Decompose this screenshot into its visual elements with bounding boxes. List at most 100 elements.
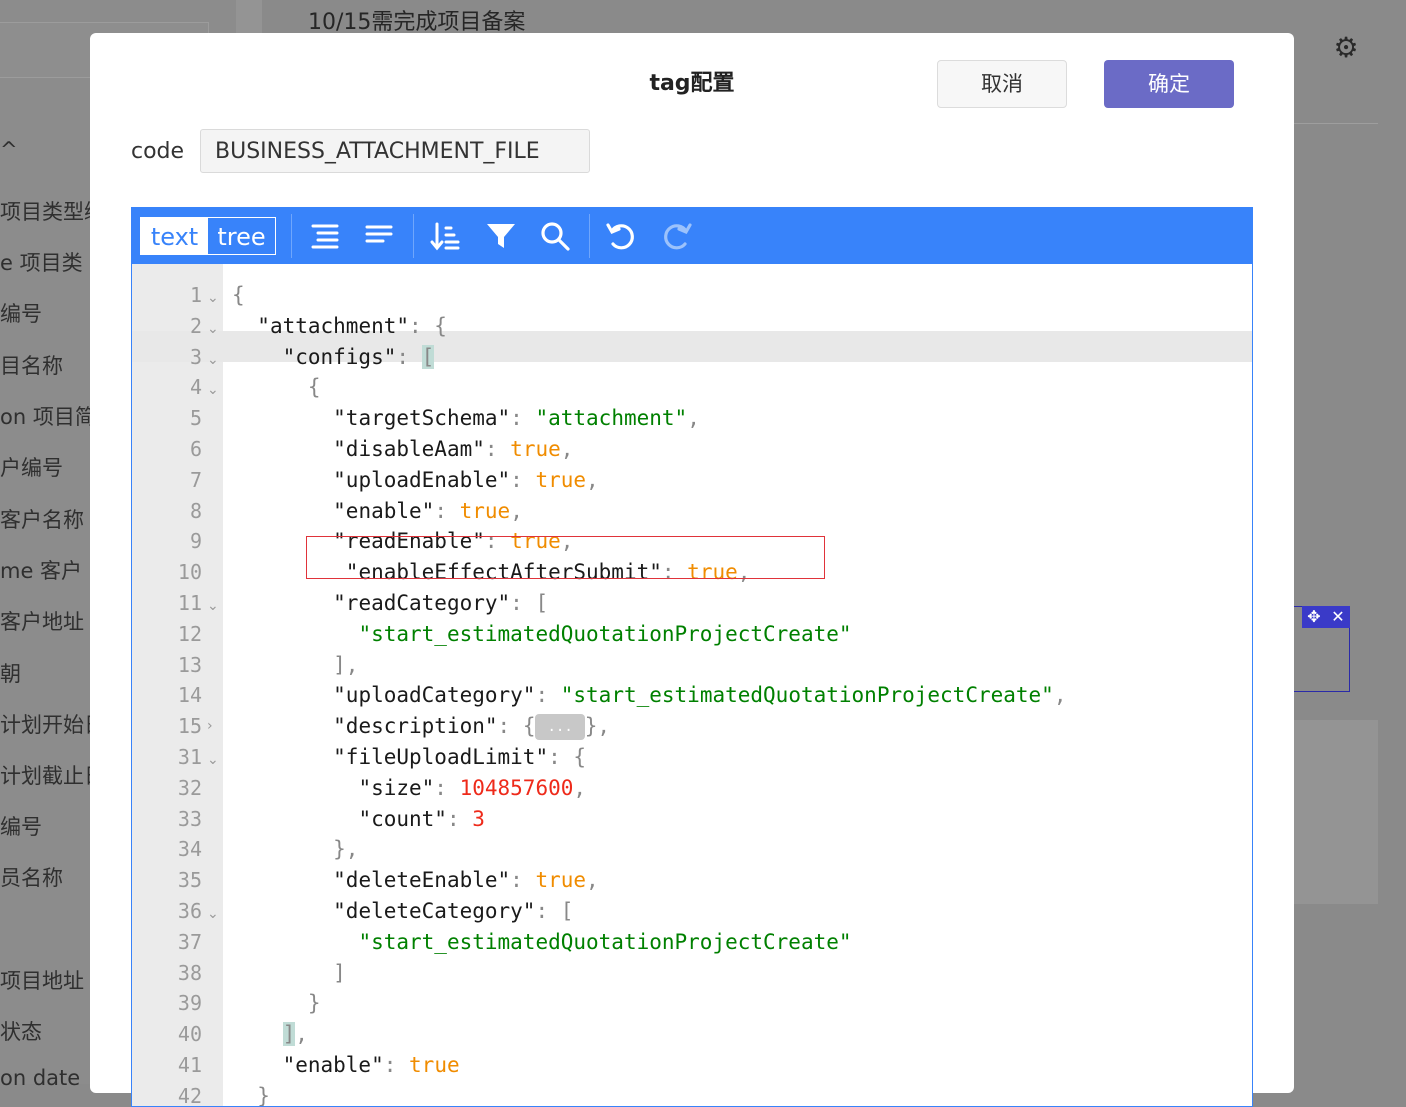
code-line[interactable]: 40 ], xyxy=(132,1019,1252,1050)
background-page-title: 10/15需完成项目备案 xyxy=(308,10,526,35)
sort-icon[interactable] xyxy=(427,218,463,254)
json-string-value: "attachment" xyxy=(535,406,688,431)
code-text: "configs": [ xyxy=(232,342,435,373)
undo-icon[interactable] xyxy=(603,218,639,254)
code-line[interactable]: 13 ], xyxy=(132,650,1252,681)
code-line[interactable]: 31 ⌄ "fileUploadLimit": { xyxy=(132,742,1252,776)
line-number: 37 xyxy=(177,929,202,954)
background-form-label: 户编号 xyxy=(0,456,63,480)
code-text: "deleteEnable": true, xyxy=(232,865,599,896)
fold-chevron-down-icon[interactable]: ⌄ xyxy=(207,283,219,314)
code-line[interactable]: 41 "enable": true xyxy=(132,1050,1252,1081)
toolbar-separator xyxy=(589,214,590,258)
json-boolean-value: true xyxy=(535,868,587,893)
background-panel xyxy=(1294,720,1378,904)
cancel-button[interactable]: 取消 xyxy=(937,60,1067,108)
code-text: "start_estimatedQuotationProjectCreate" xyxy=(232,927,851,958)
json-punctuation: { xyxy=(232,283,245,307)
json-key: "configs" xyxy=(282,344,397,369)
json-punctuation: : xyxy=(510,406,536,431)
filter-icon[interactable] xyxy=(483,218,519,254)
code-text: "enable": true xyxy=(232,1050,460,1081)
line-number: 42 xyxy=(177,1083,202,1107)
json-number-value: 104857600 xyxy=(459,775,574,800)
redo-icon[interactable] xyxy=(659,218,695,254)
line-number: 11 xyxy=(177,591,202,615)
mode-text-button[interactable]: text xyxy=(141,218,208,254)
json-punctuation: , xyxy=(586,467,599,492)
code-line[interactable]: 3 ⌄ "configs": [ xyxy=(132,342,1252,376)
fold-chevron-down-icon[interactable]: ⌄ xyxy=(207,375,219,406)
background-form-label: 员名称 xyxy=(0,866,63,890)
code-line[interactable]: 11 ⌄ "readCategory": [ xyxy=(132,588,1252,622)
compact-icon[interactable] xyxy=(361,218,397,254)
code-input[interactable]: BUSINESS_ATTACHMENT_FILE xyxy=(200,129,590,173)
line-number: 3 xyxy=(189,344,202,369)
code-line[interactable]: 15 › "description": {...}, xyxy=(132,711,1252,742)
line-number: 8 xyxy=(189,498,202,523)
json-key: "description" xyxy=(333,714,498,739)
mode-switch: text tree xyxy=(140,217,276,255)
code-text: "size": 104857600, xyxy=(232,773,586,804)
code-line[interactable]: 6 "disableAam": true, xyxy=(132,434,1252,465)
code-line[interactable]: 5 "targetSchema": "attachment", xyxy=(132,403,1252,434)
mode-tree-button[interactable]: tree xyxy=(208,218,275,254)
code-line[interactable]: 1 ⌄ { xyxy=(132,280,1252,314)
code-text: "targetSchema": "attachment", xyxy=(232,403,700,434)
json-string-value: "start_estimatedQuotationProjectCreate" xyxy=(358,621,852,646)
code-line[interactable]: 32 "size": 104857600, xyxy=(132,773,1252,804)
collapsed-object-button[interactable]: ... xyxy=(535,714,585,741)
json-key: "fileUploadLimit" xyxy=(333,745,549,769)
code-text: ] xyxy=(232,958,346,989)
line-number: 38 xyxy=(177,960,202,985)
line-number: 40 xyxy=(177,1022,202,1047)
code-line[interactable]: 33 "count": 3 xyxy=(132,804,1252,835)
code-line[interactable]: 12 "start_estimatedQuotationProjectCreat… xyxy=(132,619,1252,650)
code-text: } xyxy=(232,1081,270,1106)
code-line[interactable]: 42 } xyxy=(132,1081,1252,1107)
code-line[interactable]: 36 ⌄ "deleteCategory": [ xyxy=(132,896,1252,930)
json-punctuation: : [ xyxy=(510,591,549,615)
code-text: { xyxy=(232,372,321,403)
json-punctuation: : xyxy=(484,437,511,461)
code-line[interactable]: 2 ⌄ "attachment": { xyxy=(132,311,1252,345)
fold-chevron-down-icon[interactable]: ⌄ xyxy=(207,345,219,376)
json-punctuation: : xyxy=(396,344,422,369)
gear-icon: ⚙ xyxy=(1333,31,1359,64)
code-line[interactable]: 8 "enable": true, xyxy=(132,496,1252,527)
fold-chevron-down-icon[interactable]: ⌄ xyxy=(207,899,219,930)
fold-chevron-right-icon[interactable]: › xyxy=(207,711,213,742)
code-line[interactable]: 39 } xyxy=(132,988,1252,1019)
background-form-label: 目名称 xyxy=(0,354,63,378)
confirm-button[interactable]: 确定 xyxy=(1104,60,1234,108)
json-key: "size" xyxy=(358,775,435,800)
json-key: "attachment" xyxy=(257,313,410,338)
code-label: code xyxy=(131,139,185,164)
json-key: "uploadCategory" xyxy=(333,683,536,708)
background-form-label: 编号 xyxy=(0,302,42,326)
json-punctuation: : { xyxy=(497,714,536,739)
code-line[interactable]: 4 ⌄ { xyxy=(132,372,1252,406)
line-number: 6 xyxy=(189,437,202,461)
code-line[interactable]: 38 ] xyxy=(132,958,1252,989)
code-line[interactable]: 7 "uploadEnable": true, xyxy=(132,465,1252,496)
matched-bracket: [ xyxy=(421,344,435,369)
line-number: 12 xyxy=(177,621,202,646)
code-text: "attachment": { xyxy=(232,311,447,342)
fold-chevron-down-icon[interactable]: ⌄ xyxy=(207,591,219,622)
background-form-label: 编号 xyxy=(0,815,42,839)
json-punctuation: ], xyxy=(333,652,359,677)
code-line[interactable]: 34 }, xyxy=(132,834,1252,865)
json-punctuation: ] xyxy=(333,960,346,985)
code-line[interactable]: 14 "uploadCategory": "start_estimatedQuo… xyxy=(132,680,1252,711)
fold-chevron-down-icon[interactable]: ⌄ xyxy=(207,745,219,776)
code-text: "fileUploadLimit": { xyxy=(232,742,586,773)
line-number: 2 xyxy=(189,313,202,338)
fold-chevron-down-icon[interactable]: ⌄ xyxy=(207,314,219,345)
search-icon[interactable] xyxy=(537,218,573,254)
json-punctuation: }, xyxy=(333,837,359,862)
code-line[interactable]: 35 "deleteEnable": true, xyxy=(132,865,1252,896)
code-line[interactable]: 37 "start_estimatedQuotationProjectCreat… xyxy=(132,927,1252,958)
format-icon[interactable] xyxy=(307,218,343,254)
line-number: 41 xyxy=(177,1053,202,1077)
